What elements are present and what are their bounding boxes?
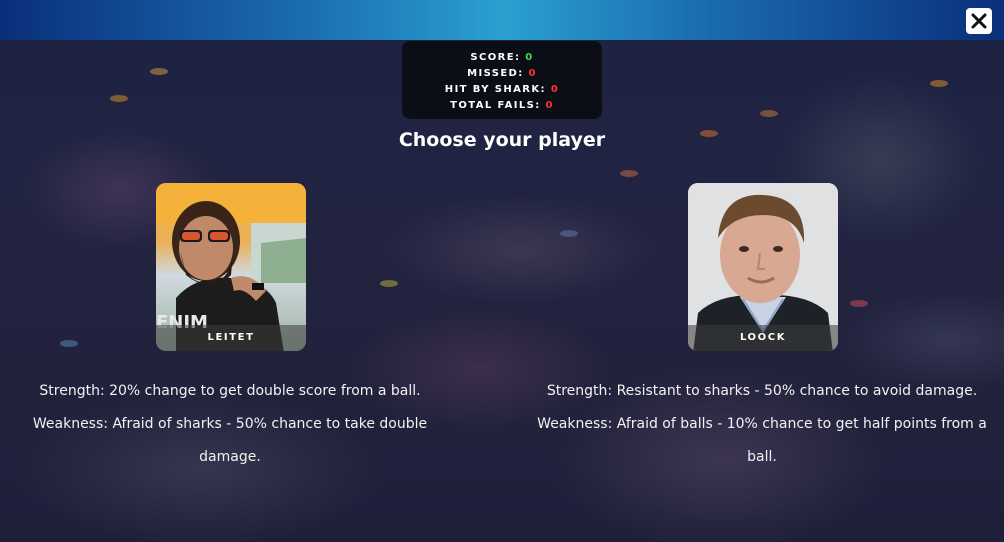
hit-by-shark-value: 0 [550,84,560,95]
score-value: 0 [525,52,534,63]
score-panel: SCORE: 0 MISSED: 0 HIT BY SHARK: 0 TOTAL… [402,41,602,119]
score-row: SCORE: 0 [402,50,602,66]
missed-label: MISSED: [467,68,524,79]
score-label: SCORE: [470,52,521,63]
strength-text: Strength: 20% change to get double score… [39,383,421,399]
player-name-leitet: LEITET [156,325,306,351]
weakness-text: Weakness: Afraid of balls - 10% chance t… [537,416,987,465]
missed-value: 0 [528,68,537,79]
close-button[interactable] [966,8,992,34]
player-description-loock: Strength: Resistant to sharks - 50% chan… [524,375,1000,474]
page-title: Choose your player [398,129,606,151]
missed-row: MISSED: 0 [402,66,602,82]
strength-text: Strength: Resistant to sharks - 50% chan… [546,383,978,399]
player-card-loock[interactable]: LOOCK [688,183,838,351]
total-fails-label: TOTAL FAILS: [450,100,541,111]
hit-by-shark-label: HIT BY SHARK: [444,84,546,95]
weakness-text: Weakness: Afraid of sharks - 50% chance … [32,416,428,465]
close-icon [971,13,987,29]
player-description-leitet: Strength: 20% change to get double score… [10,375,450,474]
top-bar [0,0,1004,40]
player-card-leitet[interactable]: ENIM LEITET [156,183,306,351]
total-fails-value: 0 [545,100,554,111]
total-fails-row: TOTAL FAILS: 0 [402,98,602,114]
player-name-loock: LOOCK [688,325,838,351]
hit-by-shark-row: HIT BY SHARK: 0 [402,82,602,98]
